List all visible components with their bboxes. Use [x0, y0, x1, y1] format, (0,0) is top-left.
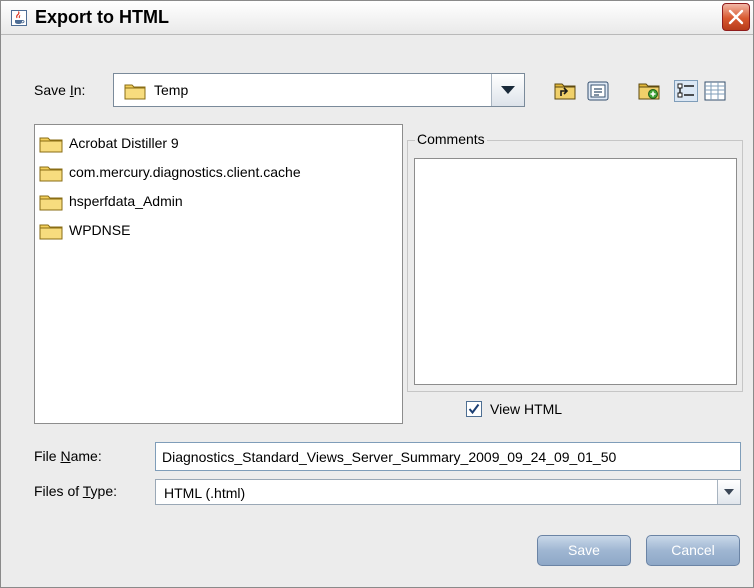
details-view-button[interactable]	[703, 80, 727, 102]
checkmark-icon	[468, 403, 480, 415]
file-name: WPDNSE	[69, 222, 131, 238]
file-type-label: Files of Type:	[34, 483, 118, 499]
home-button[interactable]	[586, 80, 610, 102]
save-in-dropdown-button[interactable]	[491, 74, 524, 106]
folder-icon	[39, 166, 63, 182]
list-view-button[interactable]	[674, 80, 698, 102]
close-button[interactable]	[722, 3, 750, 31]
comments-textarea[interactable]	[414, 158, 737, 385]
folder-icon	[124, 84, 146, 100]
title-bar[interactable]: Export to HTML	[1, 1, 753, 35]
folder-icon	[39, 224, 63, 240]
folder-icon	[39, 137, 63, 153]
save-in-combo[interactable]: Temp	[113, 73, 525, 107]
file-type-value: HTML (.html)	[164, 485, 246, 501]
file-name: hsperfdata_Admin	[69, 193, 183, 209]
up-one-level-button[interactable]	[553, 80, 577, 102]
file-name-field[interactable]	[155, 442, 741, 471]
save-in-value: Temp	[154, 82, 189, 98]
comments-label: Comments	[415, 131, 487, 147]
file-name: com.mercury.diagnostics.client.cache	[69, 164, 301, 180]
file-name: Acrobat Distiller 9	[69, 135, 179, 151]
save-in-label: Save In:	[34, 82, 86, 98]
cancel-button[interactable]: Cancel	[646, 535, 740, 566]
chevron-down-icon	[724, 489, 734, 495]
details-view-icon	[704, 81, 726, 101]
up-one-level-icon	[554, 83, 576, 100]
save-button[interactable]: Save	[537, 535, 631, 566]
folder-icon	[39, 195, 63, 211]
file-list[interactable]: Acrobat Distiller 9 com.mercury.diagnost…	[34, 124, 403, 424]
new-folder-button[interactable]	[637, 80, 661, 102]
chevron-down-icon	[501, 86, 515, 94]
file-type-dropdown-button[interactable]	[717, 480, 740, 504]
java-cup-icon	[11, 10, 27, 26]
view-html-label[interactable]: View HTML	[490, 401, 562, 417]
home-icon	[587, 81, 609, 101]
view-html-checkbox[interactable]	[466, 401, 482, 417]
dialog-title: Export to HTML	[35, 7, 169, 27]
file-type-combo[interactable]: HTML (.html)	[155, 479, 741, 505]
new-folder-icon	[638, 83, 660, 100]
list-view-icon	[677, 83, 694, 98]
file-name-label: File Name:	[34, 448, 102, 464]
close-icon	[728, 9, 744, 25]
export-dialog: Export to HTML Save In: Temp Acrobat Dis…	[0, 0, 754, 588]
file-name-input[interactable]	[156, 443, 740, 470]
